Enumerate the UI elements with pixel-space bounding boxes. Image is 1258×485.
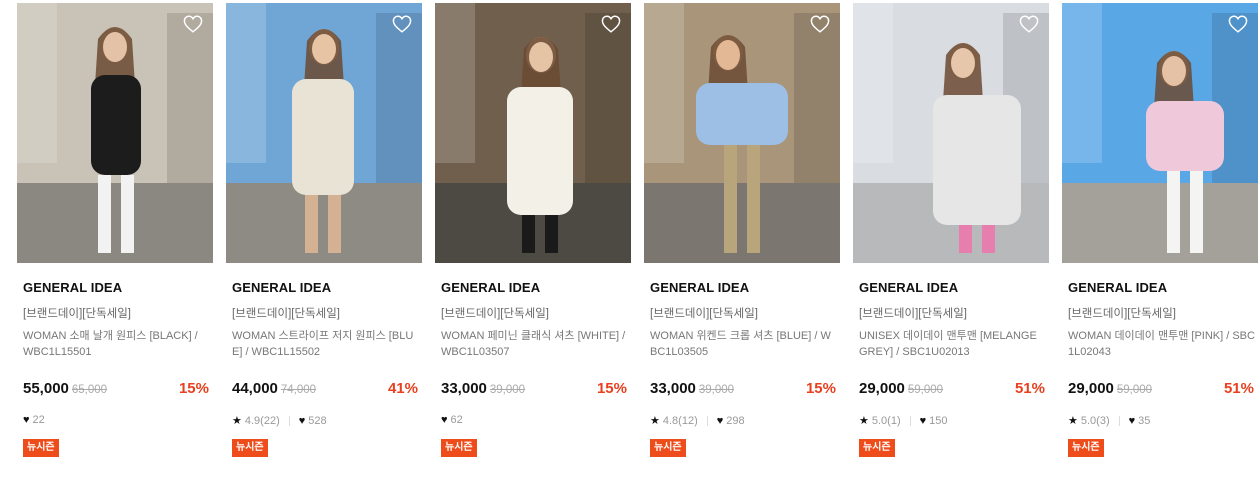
rating-text: 4.8(12) [662,414,698,427]
product-card[interactable]: GENERAL IDEA [브랜드데이][단독세일] WOMAN 스트라이프 저… [226,0,422,485]
product-name[interactable]: WOMAN 스트라이프 저지 원피스 [BLUE] / WBC1L15502 [232,328,420,360]
price-block: 44,000 74,000 [232,380,316,397]
discount-rate: 51% [1014,380,1045,397]
heart-filled-icon: ♥ [298,414,306,427]
product-image[interactable] [435,3,631,263]
product-card[interactable]: GENERAL IDEA [브랜드데이][단독세일] WOMAN 데이데이 맨투… [1062,0,1258,485]
discount-rate: 15% [596,380,627,397]
sale-price: 33,000 [650,380,696,397]
product-card[interactable]: GENERAL IDEA [브랜드데이][단독세일] UNISEX 데이데이 맨… [853,0,1049,485]
sale-price: 44,000 [232,380,278,397]
original-price: 39,000 [698,384,735,396]
promo-tag: [브랜드데이][단독세일] [232,308,340,320]
discount-rate: 15% [805,380,836,397]
new-season-badge: 뉴시즌 [1068,439,1104,457]
discount-rate: 15% [178,380,209,397]
original-price: 59,000 [1116,384,1153,396]
wishlist-heart-icon[interactable] [392,15,412,33]
product-card[interactable]: GENERAL IDEA [브랜드데이][단독세일] WOMAN 소매 날개 원… [17,0,213,485]
heart-filled-icon: ♥ [919,414,927,427]
stats-divider [909,415,911,426]
likes-count: 150 [929,414,948,427]
stats-divider [288,415,290,426]
promo-tag: [브랜드데이][단독세일] [441,308,549,320]
heart-filled-icon: ♥ [716,414,724,427]
product-card[interactable]: GENERAL IDEA [브랜드데이][단독세일] WOMAN 위켄드 크롭 … [644,0,840,485]
product-stats: ♥ 62 [441,414,463,426]
likes-count: 528 [308,414,327,427]
brand-name[interactable]: GENERAL IDEA [232,280,331,295]
new-season-badge: 뉴시즌 [232,439,268,457]
original-price: 59,000 [907,384,944,396]
promo-tag: [브랜드데이][단독세일] [23,308,131,320]
price-block: 29,000 59,000 [859,380,943,397]
promo-tag: [브랜드데이][단독세일] [859,308,967,320]
wishlist-heart-icon[interactable] [810,15,830,33]
product-image[interactable] [226,3,422,263]
rating-text: 5.0(1) [871,414,901,427]
star-icon: ★ [1068,415,1078,427]
product-name[interactable]: UNISEX 데이데이 맨투맨 [MELANGE GREY] / SBC1U02… [859,328,1047,360]
discount-rate: 41% [387,380,418,397]
product-stats: ★ 5.0(1) ♥ 150 [859,414,948,428]
wishlist-heart-icon[interactable] [1228,15,1248,33]
new-season-badge: 뉴시즌 [23,439,59,457]
product-card[interactable]: GENERAL IDEA [브랜드데이][단독세일] WOMAN 페미닌 클래식… [435,0,631,485]
new-season-badge: 뉴시즌 [859,439,895,457]
price-block: 33,000 39,000 [650,380,734,397]
new-season-badge: 뉴시즌 [650,439,686,457]
rating-text: 4.9(22) [244,414,280,427]
star-icon: ★ [859,415,869,427]
stats-divider [1118,415,1120,426]
brand-name[interactable]: GENERAL IDEA [23,280,122,295]
product-name[interactable]: WOMAN 데이데이 맨투맨 [PINK] / SBC1L02043 [1068,328,1256,360]
product-image[interactable] [853,3,1049,263]
likes-count: 22 [32,414,45,426]
sale-price: 55,000 [23,380,69,397]
product-name[interactable]: WOMAN 소매 날개 원피스 [BLACK] / WBC1L15501 [23,328,211,360]
wishlist-heart-icon[interactable] [601,15,621,33]
heart-filled-icon: ♥ [23,414,30,426]
wishlist-heart-icon[interactable] [1019,15,1039,33]
product-stats: ★ 5.0(3) ♥ 35 [1068,414,1151,428]
product-name[interactable]: WOMAN 페미닌 클래식 셔츠 [WHITE] / WBC1L03507 [441,328,629,360]
promo-tag: [브랜드데이][단독세일] [1068,308,1176,320]
rating-text: 5.0(3) [1080,414,1110,427]
heart-filled-icon: ♥ [1128,414,1136,427]
star-icon: ★ [650,415,660,427]
price-block: 33,000 39,000 [441,380,525,397]
sale-price: 29,000 [859,380,905,397]
product-image[interactable] [1062,3,1258,263]
product-stats: ♥ 22 [23,414,45,426]
product-grid: GENERAL IDEA [브랜드데이][단독세일] WOMAN 소매 날개 원… [0,0,1258,485]
star-icon: ★ [232,415,242,427]
stats-divider [706,415,708,426]
original-price: 65,000 [71,384,108,396]
product-stats: ★ 4.8(12) ♥ 298 [650,414,745,428]
sale-price: 33,000 [441,380,487,397]
original-price: 39,000 [489,384,526,396]
original-price: 74,000 [280,384,317,396]
new-season-badge: 뉴시즌 [441,439,477,457]
brand-name[interactable]: GENERAL IDEA [441,280,540,295]
brand-name[interactable]: GENERAL IDEA [1068,280,1167,295]
wishlist-heart-icon[interactable] [183,15,203,33]
promo-tag: [브랜드데이][단독세일] [650,308,758,320]
likes-count: 35 [1138,414,1151,427]
price-block: 29,000 59,000 [1068,380,1152,397]
likes-count: 62 [450,414,463,426]
heart-filled-icon: ♥ [441,414,448,426]
product-name[interactable]: WOMAN 위켄드 크롭 셔츠 [BLUE] / WBC1L03505 [650,328,838,360]
product-image[interactable] [644,3,840,263]
product-image[interactable] [17,3,213,263]
price-block: 55,000 65,000 [23,380,107,397]
product-stats: ★ 4.9(22) ♥ 528 [232,414,327,428]
likes-count: 298 [726,414,745,427]
brand-name[interactable]: GENERAL IDEA [650,280,749,295]
sale-price: 29,000 [1068,380,1114,397]
brand-name[interactable]: GENERAL IDEA [859,280,958,295]
discount-rate: 51% [1223,380,1254,397]
